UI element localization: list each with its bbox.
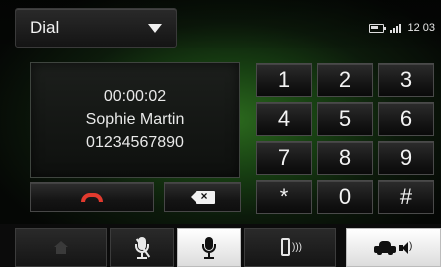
status-area: 12 03 [369, 22, 435, 34]
top-bar: Dial 12 03 [0, 0, 441, 48]
contact-number: 01234567890 [86, 134, 184, 151]
hang-up-icon [81, 192, 103, 202]
key-3[interactable]: 3 [378, 63, 434, 97]
phone-dial-screen: Dial 12 03 00:00:02 Sophie Martin 012345… [0, 0, 441, 267]
key-7[interactable]: 7 [256, 141, 312, 175]
battery-icon [369, 23, 387, 33]
dial-dropdown-label: Dial [30, 18, 60, 37]
signal-icon [390, 23, 402, 33]
key-2[interactable]: 2 [317, 63, 373, 97]
key-4[interactable]: 4 [256, 102, 312, 136]
backspace-icon: × [190, 189, 215, 204]
key-star[interactable]: * [256, 180, 312, 214]
microphone-tab[interactable] [177, 228, 241, 267]
home-tab[interactable] [15, 228, 107, 267]
chevron-down-icon [148, 23, 162, 33]
microphone-icon [202, 236, 216, 259]
car-speaker-tab[interactable]: ) [346, 228, 441, 267]
key-5[interactable]: 5 [317, 102, 373, 136]
bottom-nav: ))) ) [0, 224, 441, 267]
call-duration: 00:00:02 [103, 88, 167, 105]
mute-mic-tab[interactable] [110, 228, 174, 267]
key-9[interactable]: 9 [378, 141, 434, 175]
mic-mute-icon [135, 236, 151, 259]
key-6[interactable]: 6 [378, 102, 434, 136]
phone-audio-icon: ))) [279, 237, 302, 259]
key-8[interactable]: 8 [317, 141, 373, 175]
contact-name: Sophie Martin [85, 111, 185, 128]
dial-dropdown[interactable]: Dial [15, 8, 177, 48]
key-0[interactable]: 0 [317, 180, 373, 214]
home-icon [54, 241, 68, 254]
key-hash[interactable]: # [378, 180, 434, 214]
phone-audio-tab[interactable]: ))) [244, 228, 336, 267]
hang-up-button[interactable] [30, 182, 154, 212]
call-info-panel: 00:00:02 Sophie Martin 01234567890 [30, 62, 240, 178]
car-speaker-icon: ) [374, 240, 413, 255]
clock-time: 12 03 [407, 22, 435, 34]
backspace-button[interactable]: × [164, 182, 241, 212]
key-1[interactable]: 1 [256, 63, 312, 97]
